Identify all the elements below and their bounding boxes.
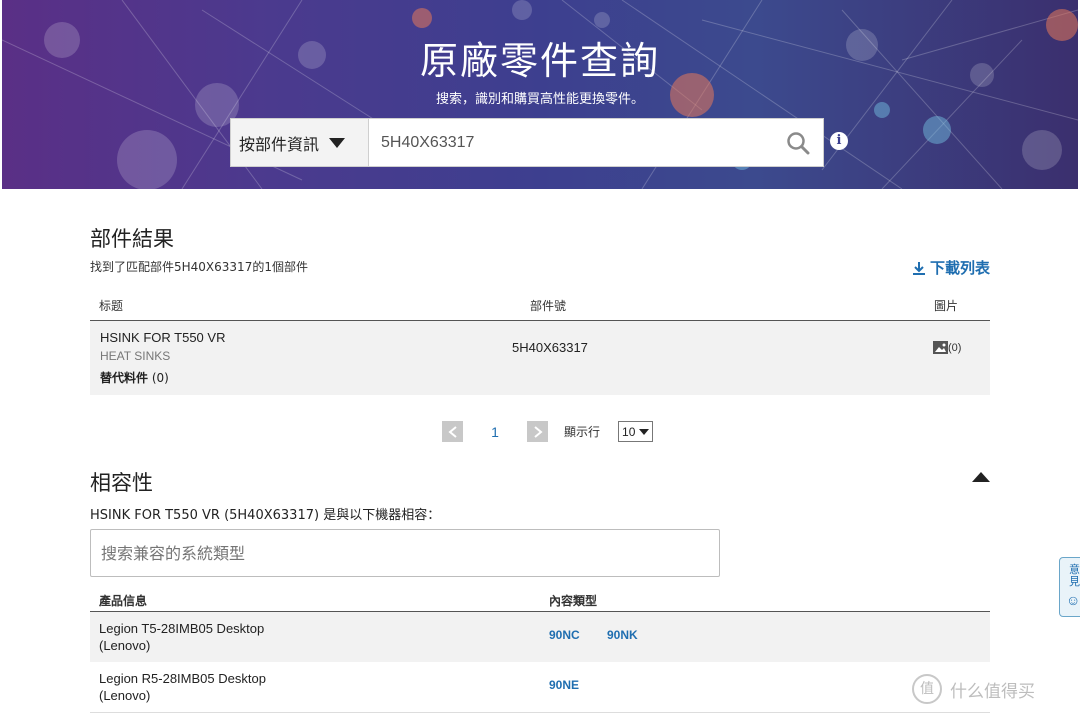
parts-results-heading: 部件結果 bbox=[90, 227, 174, 251]
product-brand: (Lenovo) bbox=[99, 688, 151, 703]
part-number: 5H40X63317 bbox=[512, 340, 588, 355]
watermark-text: 什么值得买 bbox=[950, 681, 1035, 702]
machine-type-link[interactable]: 90NK bbox=[607, 628, 638, 642]
rows-per-page-label: 顯示行 bbox=[564, 425, 601, 439]
pagination: 1 顯示行 10 bbox=[442, 421, 654, 442]
rows-per-page-value: 10 bbox=[622, 424, 636, 439]
part-category: HEAT SINKS bbox=[100, 349, 171, 363]
product-info[interactable]: Legion R5-28IMB05 Desktop (Lenovo) bbox=[99, 670, 399, 704]
download-list-label: 下載列表 bbox=[929, 259, 990, 277]
search-type-dropdown[interactable]: 按部件資訊 bbox=[231, 119, 369, 166]
search-icon bbox=[787, 131, 810, 154]
chevron-right-icon bbox=[533, 425, 543, 438]
product-name: Legion R5-28IMB05 Desktop bbox=[99, 671, 266, 686]
alternate-parts-label: 替代料件 bbox=[100, 371, 149, 385]
current-page-number[interactable]: 1 bbox=[463, 424, 527, 440]
machine-type-link[interactable]: 90NC bbox=[549, 628, 580, 642]
product-brand: (Lenovo) bbox=[99, 638, 151, 653]
column-header-part-number: 部件號 bbox=[530, 299, 567, 313]
compatibility-heading: 相容性 bbox=[90, 471, 153, 495]
chevron-left-icon bbox=[447, 425, 457, 438]
page-subtitle: 搜索，識別和購買高性能更換零件。 bbox=[435, 92, 644, 107]
part-title: HSINK FOR T550 VR bbox=[100, 330, 226, 345]
part-images-link[interactable]: (0) bbox=[933, 341, 961, 354]
machine-type-link[interactable]: 90NE bbox=[549, 678, 579, 692]
caret-down-icon bbox=[639, 428, 650, 435]
compatibility-table-header: 產品信息 內容類型 bbox=[90, 589, 990, 612]
image-icon bbox=[933, 341, 948, 354]
product-info[interactable]: Legion T5-28IMB05 Desktop (Lenovo) bbox=[99, 620, 399, 654]
watermark: 值 什么值得买 bbox=[912, 674, 1035, 704]
compatible-system-search-input[interactable] bbox=[90, 529, 720, 577]
table-row: HSINK FOR T550 VR HEAT SINKS 替代料件 (0) 5H… bbox=[90, 321, 990, 395]
column-header-image: 圖片 bbox=[934, 299, 959, 313]
info-icon[interactable]: i bbox=[830, 132, 848, 150]
watermark-logo-icon: 值 bbox=[912, 674, 942, 704]
column-header-title: 标题 bbox=[99, 299, 124, 313]
results-count-text: 找到了匹配部件5H40X63317的1個部件 bbox=[90, 260, 308, 274]
column-header-content-type: 內容類型 bbox=[549, 594, 598, 608]
caret-down-icon bbox=[329, 137, 346, 148]
table-row: Legion T5-28IMB05 Desktop (Lenovo) 90NC … bbox=[90, 612, 990, 662]
column-header-product-info: 產品信息 bbox=[99, 594, 148, 608]
prev-page-button[interactable] bbox=[442, 421, 463, 442]
parts-table-header: 标题 部件號 圖片 bbox=[90, 290, 990, 321]
feedback-label: 意見 bbox=[1069, 564, 1080, 588]
search-button[interactable] bbox=[773, 119, 823, 166]
part-search-bar: 按部件資訊 bbox=[230, 118, 824, 167]
download-icon bbox=[912, 261, 925, 275]
compatibility-description: HSINK FOR T550 VR (5H40X63317) 是與以下機器相容： bbox=[90, 508, 441, 523]
alternate-parts-count: (0) bbox=[151, 371, 169, 385]
table-row: Legion R5-28IMB05 Desktop (Lenovo) 90NE bbox=[90, 662, 990, 713]
product-name: Legion T5-28IMB05 Desktop bbox=[99, 621, 265, 636]
next-page-button[interactable] bbox=[527, 421, 548, 442]
part-search-input[interactable] bbox=[369, 119, 773, 166]
alternate-parts-link[interactable]: 替代料件 (0) bbox=[100, 369, 169, 386]
page-title: 原廠零件查詢 bbox=[419, 39, 660, 83]
download-list-link[interactable]: 下載列表 bbox=[912, 257, 990, 278]
feedback-tab[interactable]: 意見 ☺ bbox=[1059, 557, 1080, 617]
search-type-label: 按部件資訊 bbox=[239, 134, 320, 154]
rows-per-page-select[interactable]: 10 bbox=[618, 421, 654, 442]
image-count: (0) bbox=[948, 341, 962, 354]
collapse-arrow-icon[interactable] bbox=[972, 472, 990, 482]
smile-icon: ☺ bbox=[1066, 592, 1080, 608]
